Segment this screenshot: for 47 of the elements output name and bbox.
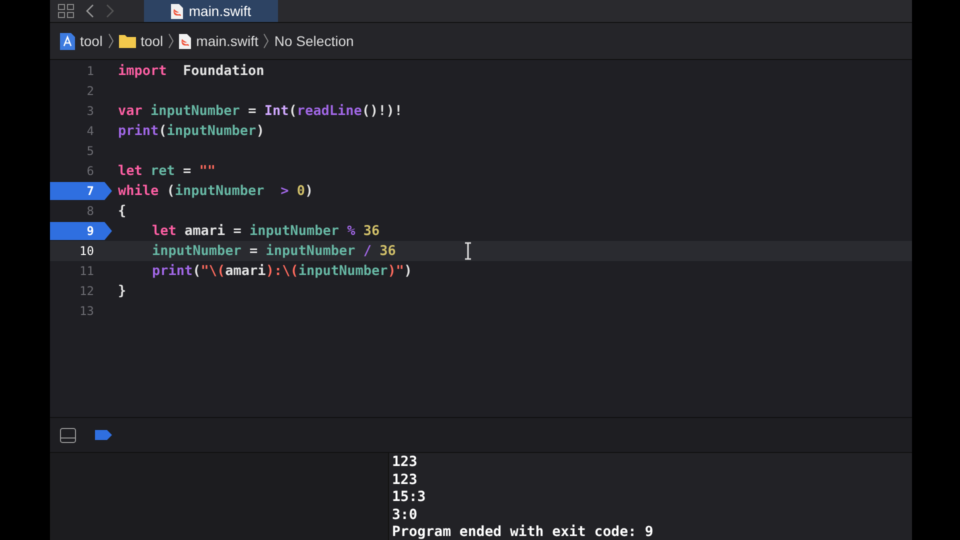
folder-icon — [118, 34, 136, 48]
chevron-icon — [263, 33, 270, 49]
console-line: 123 — [392, 454, 418, 472]
swift-file-icon — [170, 4, 183, 18]
code-line: while (inputNumber > 0) — [118, 183, 314, 199]
line-number: 3 — [86, 104, 94, 118]
line-number: 2 — [86, 84, 94, 98]
code-line: import Foundation — [118, 63, 264, 79]
console-line: Program ended with exit code: 9 — [392, 524, 654, 540]
breakpoint-marker[interactable]: 7 — [50, 182, 112, 200]
breadcrumb-item[interactable]: No Selection — [274, 33, 354, 49]
breadcrumb-item[interactable]: tool — [80, 33, 103, 49]
code-line: var inputNumber = Int(readLine()!)! — [118, 103, 403, 119]
console-line: 3:0 — [392, 506, 418, 524]
grid-icon[interactable] — [58, 4, 74, 18]
code-line: let amari = inputNumber % 36 — [152, 223, 380, 239]
console-line: 15:3 — [392, 489, 427, 507]
line-number: 9 — [86, 224, 94, 238]
breakpoint-marker[interactable]: 9 — [50, 222, 112, 240]
editor-tab[interactable]: main.swift — [144, 0, 278, 22]
code-line: print(inputNumber) — [118, 123, 264, 139]
swift-file-icon — [179, 34, 192, 48]
line-number: 5 — [86, 144, 94, 158]
breadcrumb-item[interactable]: tool — [140, 33, 164, 49]
text-cursor-icon — [464, 242, 472, 260]
project-icon — [60, 32, 75, 50]
line-number: 1 — [86, 64, 94, 78]
code-line: inputNumber = inputNumber / 36 — [152, 243, 396, 259]
line-number: 6 — [86, 164, 94, 178]
breakpoint-icon[interactable] — [94, 430, 112, 440]
line-number: 13 — [80, 304, 94, 318]
line-number: 11 — [80, 264, 94, 278]
back-icon[interactable] — [86, 4, 94, 18]
code-line: } — [118, 283, 126, 299]
code-line: let ret = "" — [118, 163, 216, 179]
line-number: 12 — [80, 284, 94, 298]
console-line: 123 — [392, 472, 418, 490]
line-number: 4 — [86, 124, 94, 138]
chevron-icon — [168, 33, 174, 49]
breadcrumb-item[interactable]: main.swift — [196, 33, 258, 49]
panel-toggle-icon[interactable] — [60, 428, 76, 442]
code-line: { — [118, 203, 126, 219]
line-number: 10 — [80, 244, 94, 258]
line-number: 7 — [86, 184, 94, 198]
chevron-icon — [108, 33, 114, 49]
code-line: print("\(amari):\(inputNumber)") — [152, 263, 412, 279]
line-number: 8 — [86, 204, 94, 218]
